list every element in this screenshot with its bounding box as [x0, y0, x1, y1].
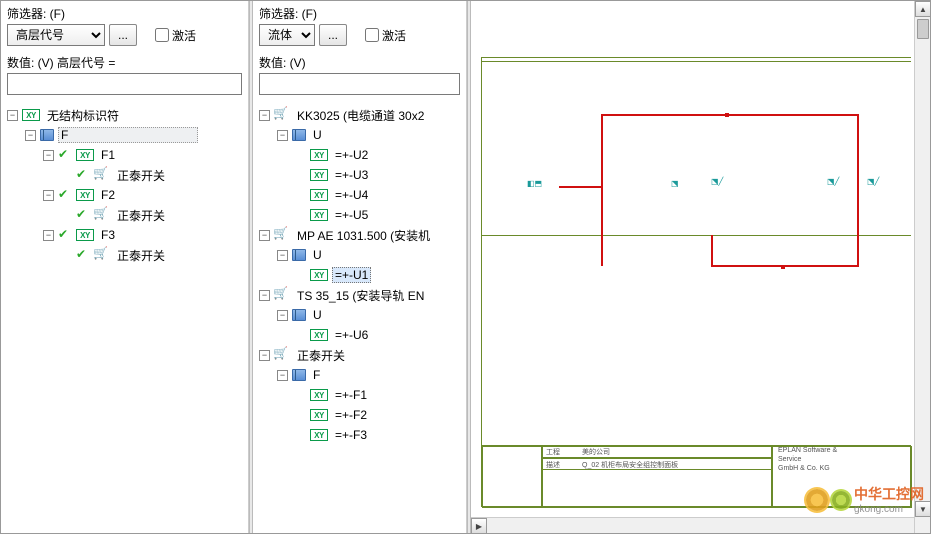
expand-toggle[interactable]: −	[43, 190, 54, 201]
tree-node[interactable]: −XYF2	[7, 185, 242, 205]
tree-node[interactable]: XY=+-U1	[259, 265, 460, 285]
scroll-up[interactable]: ▲	[915, 1, 930, 17]
gear-icon-2	[832, 491, 850, 509]
device-symbol-3: ⬔╱	[711, 177, 723, 186]
scroll-thumb-v[interactable]	[917, 19, 929, 39]
activate-input[interactable]	[155, 28, 169, 42]
device-symbol-4: ⬔╱	[827, 177, 839, 186]
left-panel: 筛选器: (F) 高层代号 ... 激活 数值: (V) 高层代号 = −XY无…	[1, 1, 249, 533]
expand-toggle[interactable]: −	[7, 110, 18, 121]
mid-panel: 筛选器: (F) 流体 ... 激活 数值: (V) −KK3025 (电缆通道…	[253, 1, 467, 533]
value-label: 数值: (V) 高层代号 =	[7, 54, 242, 71]
expand-toggle[interactable]: −	[259, 230, 270, 241]
frame-left	[481, 57, 482, 507]
tree-node[interactable]: XY=+-F2	[259, 405, 460, 425]
tree-node[interactable]: 正泰开关	[7, 165, 242, 185]
tree-node[interactable]: 正泰开关	[7, 205, 242, 225]
expand-toggle[interactable]: −	[259, 290, 270, 301]
filter-label: 筛选器: (F)	[7, 5, 242, 22]
tree-node[interactable]: XY=+-U6	[259, 325, 460, 345]
scrollbar-horizontal[interactable]: ◀ ▶	[471, 517, 914, 533]
device-symbol-5: ⬔╱	[867, 177, 879, 186]
tree-node[interactable]: −KK3025 (电缆通道 30x2	[259, 105, 460, 125]
tree-node[interactable]: −XYF3	[7, 225, 242, 245]
tree-node[interactable]: −U	[259, 245, 460, 265]
tree-node[interactable]: −MP AE 1031.500 (安装机	[259, 225, 460, 245]
expand-toggle[interactable]: −	[259, 110, 270, 121]
filter-label-mid: 筛选器: (F)	[259, 5, 460, 22]
ellipsis-button[interactable]: ...	[109, 24, 137, 46]
value-input-mid[interactable]	[259, 73, 460, 95]
filter-combo-mid[interactable]: 流体	[259, 24, 315, 46]
app-root: 筛选器: (F) 高层代号 ... 激活 数值: (V) 高层代号 = −XY无…	[0, 0, 931, 534]
tree-node[interactable]: −F	[259, 365, 460, 385]
expand-toggle[interactable]: −	[43, 230, 54, 241]
expand-toggle[interactable]: −	[259, 350, 270, 361]
tree-node[interactable]: −XYF1	[7, 145, 242, 165]
device-symbol-2: ⬔	[671, 179, 679, 188]
red-arrow-top	[725, 113, 729, 117]
filter-combo[interactable]: 高层代号	[7, 24, 105, 46]
expand-toggle[interactable]: −	[25, 130, 36, 141]
activate-checkbox-mid[interactable]: 激活	[365, 27, 406, 44]
device-symbol-1: ◧⬒	[527, 179, 542, 188]
expand-toggle[interactable]: −	[277, 370, 288, 381]
tree-node[interactable]: XY=+-F3	[259, 425, 460, 445]
value-input[interactable]	[7, 73, 242, 95]
value-label-mid: 数值: (V)	[259, 54, 460, 71]
frame-top2	[481, 61, 911, 62]
tree-node[interactable]: XY=+-U2	[259, 145, 460, 165]
tree-node[interactable]: −TS 35_15 (安装导轨 EN	[259, 285, 460, 305]
expand-toggle[interactable]: −	[277, 310, 288, 321]
tree-node[interactable]: 正泰开关	[7, 245, 242, 265]
tree-mid[interactable]: −KK3025 (电缆通道 30x2−UXY=+-U2XY=+-U3XY=+-U…	[259, 101, 460, 529]
red-arrow-bottom	[781, 265, 785, 269]
expand-toggle[interactable]: −	[277, 130, 288, 141]
tree-node[interactable]: XY=+-U4	[259, 185, 460, 205]
tree-node[interactable]: XY=+-U5	[259, 205, 460, 225]
tree-left[interactable]: −XY无结构标识符−F−XYF1正泰开关−XYF2正泰开关−XYF3正泰开关	[7, 101, 242, 529]
watermark: 中华工控网 gkong.com	[806, 484, 924, 515]
tree-node[interactable]: −F	[7, 125, 242, 145]
tree-node[interactable]: −U	[259, 305, 460, 325]
frame-top	[481, 57, 911, 58]
drawing-area[interactable]: ◧⬒ ⬔ ⬔╱ ⬔╱ ⬔╱ 工程 美的公司 描述 Q_02 机柜布局安全组控制面…	[471, 1, 930, 533]
activate-checkbox[interactable]: 激活	[155, 27, 196, 44]
tree-node[interactable]: XY=+-F1	[259, 385, 460, 405]
ellipsis-button-mid[interactable]: ...	[319, 24, 347, 46]
tree-node[interactable]: −XY无结构标识符	[7, 105, 242, 125]
scrollbar-vertical[interactable]: ▲ ▼	[914, 1, 930, 533]
gear-icon	[806, 489, 828, 511]
tree-node[interactable]: XY=+-U3	[259, 165, 460, 185]
expand-toggle[interactable]: −	[277, 250, 288, 261]
red-line-left	[559, 186, 601, 188]
tree-node[interactable]: −U	[259, 125, 460, 145]
red-box-bottom	[711, 235, 859, 267]
scroll-right[interactable]: ▶	[471, 518, 487, 533]
activate-input-mid[interactable]	[365, 28, 379, 42]
expand-toggle[interactable]: −	[43, 150, 54, 161]
tree-node[interactable]: −正泰开关	[259, 345, 460, 365]
